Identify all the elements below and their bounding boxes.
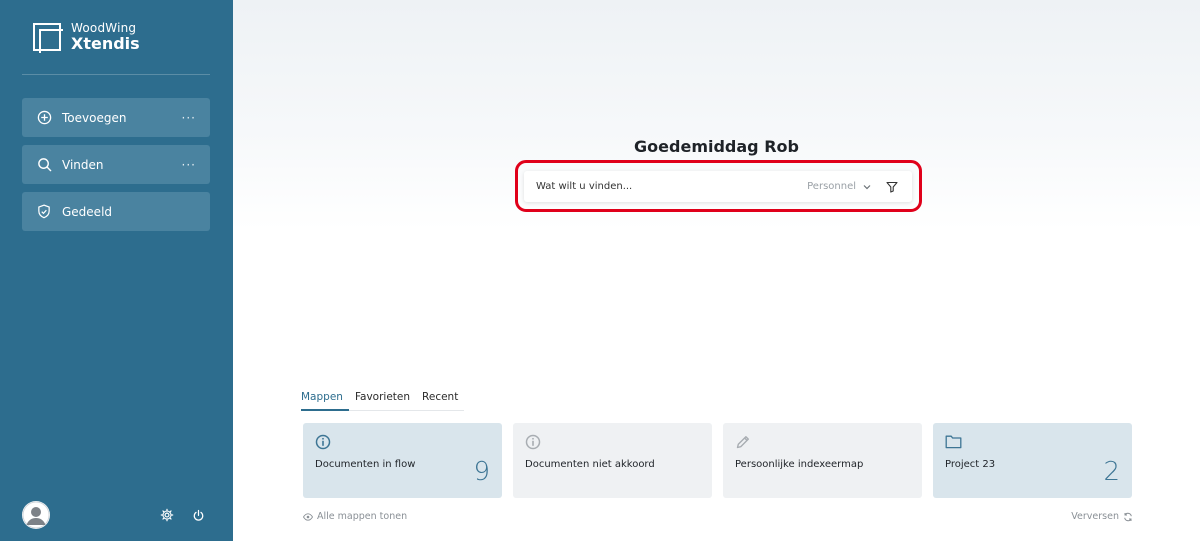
folder-tabs: Mappen Favorieten Recent (301, 389, 465, 411)
page-title: Goedemiddag Rob (634, 137, 799, 156)
card-title: Documenten in flow (315, 459, 416, 470)
avatar[interactable] (22, 501, 50, 529)
sidebar-item-label: Gedeeld (62, 204, 113, 219)
show-all-folders-link[interactable]: Alle mappen tonen (303, 511, 407, 522)
refresh-button[interactable]: Verversen (1071, 511, 1133, 522)
refresh-label: Verversen (1071, 511, 1119, 522)
card-title: Documenten niet akkoord (525, 459, 655, 470)
folder-card-persoonlijke-indexeermap[interactable]: Persoonlijke indexeermap (723, 423, 922, 498)
power-icon[interactable] (190, 507, 206, 523)
tab-mappen[interactable]: Mappen (301, 389, 349, 411)
folder-card-project-23[interactable]: Project 23 2 (933, 423, 1132, 498)
search-bar[interactable]: Personnel (524, 171, 912, 202)
more-options-icon[interactable]: ··· (182, 111, 196, 125)
sidebar: WoodWing Xtendis Toevoegen ··· Vinden ··… (0, 0, 233, 541)
refresh-icon (1123, 512, 1133, 522)
info-icon (525, 434, 541, 450)
logo-mark-icon (33, 23, 63, 53)
info-icon (315, 434, 331, 450)
sidebar-item-label: Vinden (62, 157, 104, 172)
sidebar-item-gedeeld[interactable]: Gedeeld (22, 192, 210, 231)
sidebar-item-label: Toevoegen (62, 110, 127, 125)
brand-name-bottom: Xtendis (71, 34, 140, 53)
gear-icon[interactable] (159, 507, 175, 523)
show-all-label: Alle mappen tonen (317, 511, 408, 522)
sidebar-item-toevoegen[interactable]: Toevoegen ··· (22, 98, 210, 137)
filter-icon[interactable] (886, 180, 900, 194)
tab-favorieten[interactable]: Favorieten (349, 389, 416, 410)
folder-icon (945, 434, 962, 450)
eye-icon (303, 512, 313, 522)
brand-logo[interactable]: WoodWing Xtendis (33, 20, 140, 54)
shield-icon (36, 204, 52, 220)
sidebar-divider (22, 74, 210, 75)
card-title: Project 23 (945, 459, 996, 470)
card-count: 2 (1103, 457, 1120, 487)
folder-card-documenten-niet-akkoord[interactable]: Documenten niet akkoord (513, 423, 712, 498)
plus-circle-icon (36, 110, 52, 126)
folder-card-documenten-in-flow[interactable]: Documenten in flow 9 (303, 423, 502, 498)
search-icon (36, 157, 52, 173)
sidebar-item-vinden[interactable]: Vinden ··· (22, 145, 210, 184)
search-input[interactable] (536, 181, 808, 192)
chevron-down-icon[interactable] (862, 181, 874, 193)
tab-recent[interactable]: Recent (416, 389, 464, 410)
main-content: Goedemiddag Rob Personnel Mappen Favorie… (233, 0, 1200, 541)
more-options-icon[interactable]: ··· (182, 158, 196, 172)
card-title: Persoonlijke indexeermap (735, 459, 864, 470)
brand-name-top: WoodWing (71, 21, 137, 35)
search-scope-select[interactable]: Personnel (807, 181, 856, 192)
pencil-icon (735, 434, 751, 450)
card-count: 9 (473, 457, 490, 487)
